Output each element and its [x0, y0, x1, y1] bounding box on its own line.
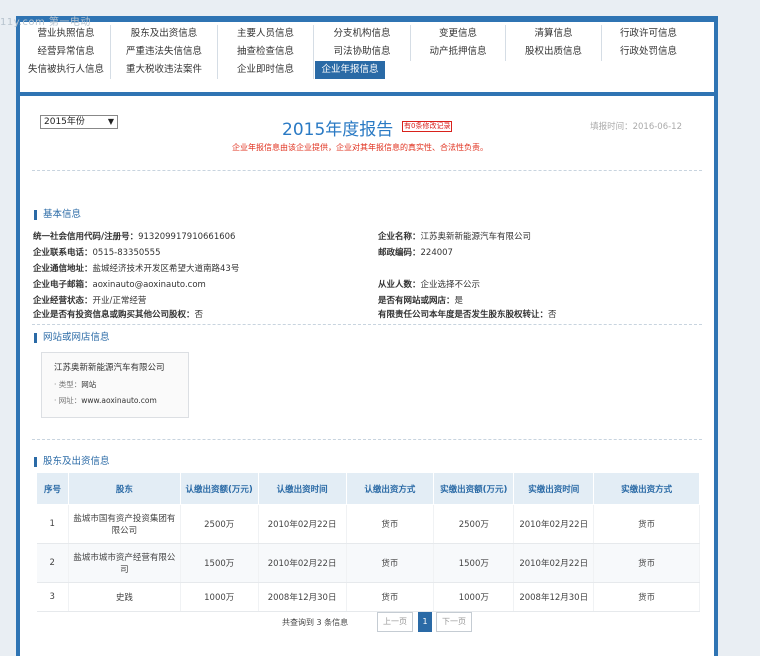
- table-cell: 2500万: [433, 504, 515, 544]
- table-cell: 2008年12月30日: [513, 582, 595, 612]
- next-page-button[interactable]: 下一页: [436, 612, 472, 632]
- website-type: · 类型：网站: [54, 380, 97, 389]
- year-select[interactable]: 2015年份 ▼: [40, 115, 118, 129]
- column-header: 序号: [36, 472, 69, 505]
- section-title-basic: 基本信息: [34, 210, 81, 220]
- nav-tab-17[interactable]: 企业即时信息: [218, 61, 314, 79]
- nav-tab-3[interactable]: 主要人员信息: [218, 25, 314, 43]
- modification-record-link[interactable]: 有0条修改记录: [402, 121, 453, 132]
- basic-field-right-3: 从业人数：企业选择不公示: [378, 280, 481, 290]
- basic-field-left-2: 企业联系电话：0515-83350555: [33, 248, 161, 258]
- website-url: · 网址：www.aoxinauto.com: [54, 396, 157, 405]
- nav-tab-18[interactable]: 企业年报信息: [315, 61, 385, 79]
- basic-field-left-3: 企业通信地址：盐城经济技术开发区希望大道南路43号: [33, 264, 240, 274]
- divider: [32, 324, 702, 325]
- table-cell: 2008年12月30日: [258, 582, 347, 612]
- watermark: 11y.com 第一电动: [0, 17, 91, 28]
- column-header: 实缴出资方式: [593, 472, 700, 505]
- pagination-total: 共查询到 3 条信息: [282, 618, 349, 627]
- table-cell: 2: [36, 543, 69, 583]
- nav-bar: 营业执照信息 股东及出资信息 主要人员信息 分支机构信息 变更信息 清算信息 行政许可信息经…: [20, 22, 714, 96]
- table-cell: 货币: [593, 504, 700, 544]
- column-header: 实缴出资额(万元): [433, 472, 515, 505]
- nav-tab-13[interactable]: 股权出质信息: [506, 43, 602, 61]
- report-notice: 企业年报信息由该企业提供，企业对其年报信息的真实性、合法性负责。: [232, 143, 488, 152]
- nav-tab-4[interactable]: 分支机构信息: [314, 25, 411, 43]
- nav-tab-7[interactable]: 行政许可信息: [602, 25, 695, 43]
- table-cell: 1500万: [433, 543, 515, 583]
- basic-field-left-5: 企业经营状态：开业/正常经营: [33, 296, 147, 306]
- nav-tab-2[interactable]: 股东及出资信息: [111, 25, 218, 43]
- fill-date: 填报时间：2016-06-12: [590, 122, 682, 132]
- basic-field-left-1: 统一社会信用代码/注册号：913209917910661606: [33, 232, 236, 242]
- website-card: 江苏奥新新能源汽车有限公司 · 类型：网站 · 网址：www.aoxinauto…: [41, 352, 189, 418]
- column-header: 认缴出资方式: [345, 472, 435, 505]
- shareholder-table: 序号 股东 认缴出资额(万元) 认缴出资时间 认缴出资方式 实缴出资额(万元) 实缴出资时间…: [36, 472, 700, 612]
- main-frame: 营业执照信息 股东及出资信息 主要人员信息 分支机构信息 变更信息 清算信息 行政许可信息经…: [16, 16, 718, 656]
- table-cell: 2010年02月22日: [258, 504, 347, 544]
- nav-tab-12[interactable]: 动产抵押信息: [411, 43, 506, 61]
- divider: [32, 170, 702, 171]
- section-title-shareholders: 股东及出资信息: [34, 457, 110, 467]
- nav-tab-14[interactable]: 行政处罚信息: [602, 43, 695, 61]
- nav-tab-6[interactable]: 清算信息: [506, 25, 602, 43]
- table-cell: 1000万: [433, 582, 515, 612]
- table-cell: 1500万: [180, 543, 259, 583]
- column-header: 股东: [67, 472, 181, 505]
- table-cell: 2500万: [180, 504, 259, 544]
- nav-tab-10[interactable]: 抽查检查信息: [218, 43, 314, 61]
- table-row: 2 盐城市城市资产经营有限公司 1500万 2010年02月22日 货币 1500万 201…: [36, 543, 700, 583]
- table-cell: 货币: [346, 543, 435, 583]
- table-cell: 2010年02月22日: [258, 543, 347, 583]
- table-cell: 1: [36, 504, 69, 544]
- annual-report-panel: 2015年份 ▼ 2015年度报告 有0条修改记录 填报时间：2016-06-1…: [20, 96, 714, 656]
- table-row: 1 盐城市国有资产投资集团有限公司 2500万 2010年02月22日 货币 2500万 2…: [36, 504, 700, 544]
- basic-field-left-4: 企业电子邮箱：aoxinauto@aoxinauto.com: [33, 280, 206, 290]
- prev-page-button[interactable]: 上一页: [377, 612, 413, 632]
- table-cell: 2010年02月22日: [513, 543, 595, 583]
- table-cell: 1000万: [180, 582, 259, 612]
- table-cell: 货币: [346, 582, 435, 612]
- chevron-down-icon: ▼: [107, 117, 114, 126]
- table-cell: 货币: [593, 582, 700, 612]
- basic-field-right-5: 有限责任公司本年度是否发生股东股权转让：否: [378, 310, 557, 320]
- table-cell: 货币: [346, 504, 435, 544]
- table-cell: 3: [36, 582, 69, 612]
- table-cell: 2010年02月22日: [513, 504, 595, 544]
- column-header: 认缴出资时间: [257, 472, 347, 505]
- table-header-row: 序号 股东 认缴出资额(万元) 认缴出资时间 认缴出资方式 实缴出资额(万元) 实缴出资时间…: [36, 472, 700, 505]
- nav-tab-16[interactable]: 重大税收违法案件: [111, 61, 218, 79]
- section-title-website: 网站或网店信息: [34, 333, 110, 343]
- table-cell: 盐城市城市资产经营有限公司: [68, 543, 181, 583]
- basic-field-right-2: 邮政编码：224007: [378, 248, 453, 258]
- report-title: 2015年度报告: [282, 120, 394, 140]
- website-company-name: 江苏奥新新能源汽车有限公司: [54, 363, 165, 373]
- table-cell: 盐城市国有资产投资集团有限公司: [68, 504, 181, 544]
- nav-tab-9[interactable]: 严重违法失信信息: [111, 43, 218, 61]
- basic-field-right-4: 是否有网站或网店：是: [378, 296, 464, 306]
- nav-tab-8[interactable]: 经营异常信息: [22, 43, 111, 61]
- column-header: 实缴出资时间: [513, 472, 595, 505]
- table-row: 3 史践 1000万 2008年12月30日 货币 1000万 2008年12月30日 货币: [36, 582, 700, 612]
- basic-field-left-6: 企业是否有投资信息或购买其他公司股权：否: [33, 310, 204, 320]
- table-cell: 史践: [68, 582, 181, 612]
- nav-tab-15[interactable]: 失信被执行人信息: [22, 61, 111, 79]
- divider: [32, 439, 702, 440]
- nav-tab-11[interactable]: 司法协助信息: [314, 43, 411, 61]
- page-1-button[interactable]: 1: [418, 612, 432, 632]
- basic-field-right-1: 企业名称：江苏奥新新能源汽车有限公司: [378, 232, 532, 242]
- nav-tab-5[interactable]: 变更信息: [411, 25, 506, 43]
- table-cell: 货币: [593, 543, 700, 583]
- column-header: 认缴出资额(万元): [179, 472, 259, 505]
- year-select-value: 2015年份: [44, 117, 85, 127]
